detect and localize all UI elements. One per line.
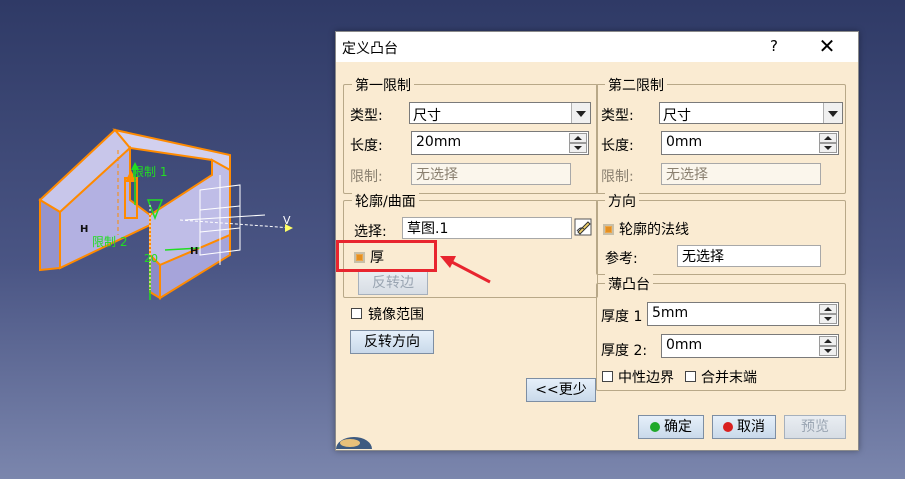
limit1-label: 限制 1 (132, 165, 167, 179)
second-length-stepper[interactable] (661, 131, 839, 155)
cancel-label: 取消 (737, 419, 765, 435)
second-length-input[interactable] (664, 133, 809, 151)
less-button[interactable]: <<更少 (526, 378, 596, 402)
thickness1-label: 厚度 1 (601, 309, 643, 325)
mirror-extent-checkbox[interactable] (351, 308, 362, 319)
spin-down-icon[interactable] (819, 314, 837, 324)
dialog-title: 定义凸台 (342, 41, 398, 57)
first-type-label: 类型: (350, 108, 383, 124)
second-limit-input[interactable] (664, 165, 795, 183)
neutral-fiber-label: 中性边界 (618, 370, 674, 386)
first-length-stepper[interactable] (411, 131, 589, 155)
spin-down-icon[interactable] (569, 143, 587, 153)
ok-button[interactable]: 确定 (638, 415, 704, 439)
spin-up-icon[interactable] (819, 304, 837, 314)
red-ball-icon (723, 422, 733, 432)
second-length-label: 长度: (601, 138, 634, 154)
first-length-input[interactable] (414, 133, 559, 151)
second-limit-field[interactable] (661, 163, 821, 185)
thickness2-label: 厚度 2: (601, 343, 648, 359)
first-limit-label: 限制: (350, 169, 383, 185)
red-arrow-icon (440, 256, 491, 284)
mirror-extent-label: 镜像范围 (368, 307, 424, 323)
h-constraint-label: H (80, 224, 88, 235)
first-limit-field[interactable] (411, 163, 571, 185)
thickness1-stepper[interactable] (647, 302, 839, 326)
merge-ends-label: 合并末端 (701, 370, 757, 386)
select-label: 选择: (354, 224, 387, 240)
spin-up-icon[interactable] (819, 336, 837, 346)
direction-title: 方向 (605, 191, 639, 211)
first-type-value: 尺寸 (413, 108, 441, 124)
part-geometry: 限制 1 限制 2 20 V H H (38, 128, 293, 300)
profile-title: 轮廓/曲面 (352, 191, 419, 211)
first-limit-input[interactable] (414, 165, 545, 183)
second-limit-group: 第二限制 类型: 尺寸 长度: 限制: (596, 75, 846, 194)
profile-normal-checkbox[interactable] (603, 224, 614, 235)
reverse-side-button[interactable]: 反转边 (358, 271, 428, 295)
chevron-down-icon[interactable] (571, 103, 590, 123)
second-type-label: 类型: (601, 108, 634, 124)
chevron-down-icon[interactable] (823, 103, 842, 123)
close-button[interactable]: ✕ (816, 35, 838, 57)
reference-label: 参考: (605, 251, 638, 267)
second-type-combo[interactable]: 尺寸 (659, 102, 843, 124)
limit2-label: 限制 2 (92, 235, 127, 249)
first-type-combo[interactable]: 尺寸 (409, 102, 591, 124)
thickness2-stepper[interactable] (661, 334, 839, 358)
thickness2-input[interactable] (664, 336, 809, 354)
second-type-value: 尺寸 (663, 108, 691, 124)
sketch-select-field[interactable] (402, 217, 572, 239)
merge-ends-checkbox[interactable] (685, 371, 696, 382)
green-ball-icon (650, 422, 660, 432)
v-axis-label: V (283, 214, 291, 227)
dialog-titlebar[interactable]: 定义凸台 ? ✕ (336, 32, 858, 62)
reference-field[interactable] (677, 245, 821, 267)
first-limit-title: 第一限制 (352, 75, 414, 95)
first-length-label: 长度: (350, 138, 383, 154)
reverse-direction-button[interactable]: 反转方向 (350, 330, 434, 354)
help-button[interactable]: ? (764, 36, 784, 56)
reference-input[interactable] (680, 247, 798, 265)
spin-up-icon[interactable] (819, 133, 837, 143)
spin-down-icon[interactable] (819, 143, 837, 153)
thin-pad-group: 薄凸台 厚度 1 厚度 2: 中性边界 合并末端 (596, 274, 846, 391)
direction-group: 方向 轮廓的法线 参考: (596, 191, 846, 275)
profile-normal-label: 轮廓的法线 (619, 222, 689, 238)
h-constraint-label-2: H (190, 246, 198, 257)
3d-viewport[interactable]: 限制 1 限制 2 20 V H H (0, 0, 335, 479)
thin-pad-title: 薄凸台 (605, 274, 653, 294)
thick-highlight-box (336, 240, 437, 272)
cancel-button[interactable]: 取消 (712, 415, 776, 439)
thickness1-input[interactable] (650, 304, 806, 322)
neutral-fiber-checkbox[interactable] (602, 371, 613, 382)
second-limit-title: 第二限制 (605, 75, 667, 95)
sketch-select-input[interactable] (405, 219, 544, 237)
sketch-edit-icon[interactable] (574, 217, 594, 237)
catia-logo-icon (336, 437, 372, 449)
spin-down-icon[interactable] (819, 346, 837, 356)
spin-up-icon[interactable] (569, 133, 587, 143)
second-limit-label: 限制: (601, 169, 634, 185)
first-limit-group: 第一限制 类型: 尺寸 长度: 限制: (343, 75, 598, 194)
ok-label: 确定 (664, 419, 692, 435)
dimension-label: 20 (144, 252, 158, 265)
preview-button[interactable]: 预览 (784, 415, 846, 439)
